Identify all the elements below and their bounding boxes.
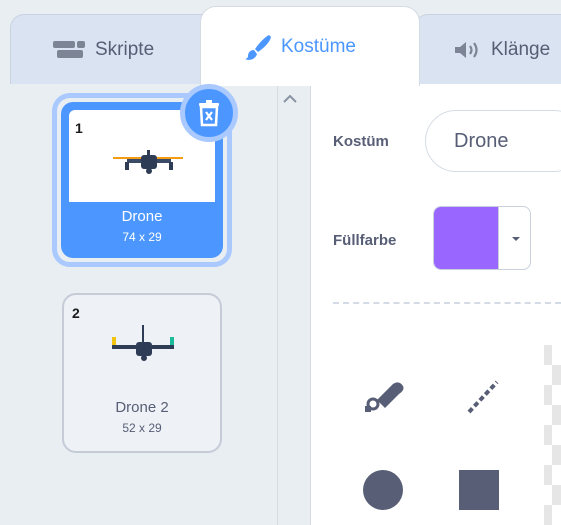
rectangle-tool-button[interactable] xyxy=(451,462,507,518)
line-tool-button[interactable] xyxy=(455,368,511,424)
paint-canvas[interactable] xyxy=(544,345,561,525)
drone-2-image xyxy=(112,325,174,361)
delete-costume-button[interactable] xyxy=(180,84,238,142)
tab-scripts[interactable]: Skripte xyxy=(10,14,220,84)
tab-sounds[interactable]: Klänge xyxy=(414,14,561,84)
costume-name: Drone 2 xyxy=(115,399,169,416)
tab-bar: Skripte Kostüme Klänge xyxy=(0,0,561,86)
rectangle-icon xyxy=(459,470,499,510)
costume-card-2[interactable]: 2 Drone 2 52 x 29 xyxy=(62,293,222,453)
costume-size: 74 x 29 xyxy=(122,230,162,244)
circle-icon xyxy=(363,470,403,510)
caret-down-icon xyxy=(498,207,530,269)
tab-sounds-label: Klänge xyxy=(491,38,551,60)
line-icon xyxy=(467,380,499,414)
costume-name-label: Kostüm xyxy=(333,133,389,150)
circle-tool-button[interactable] xyxy=(355,462,411,518)
costume-name-input[interactable]: Drone xyxy=(425,110,561,172)
trash-icon xyxy=(199,100,219,127)
fill-color-picker[interactable] xyxy=(433,206,531,270)
costume-name: Drone xyxy=(121,208,163,225)
chevron-up-icon[interactable] xyxy=(281,92,299,106)
speaker-icon xyxy=(455,41,478,58)
code-blocks-icon xyxy=(53,40,85,58)
tab-scripts-label: Skripte xyxy=(95,38,155,60)
costume-size: 52 x 29 xyxy=(122,421,162,435)
costume-name-value: Drone xyxy=(454,129,509,152)
costume-list-scrollbar[interactable] xyxy=(278,84,310,525)
reshape-tool-button[interactable] xyxy=(355,368,411,424)
tab-costumes-label: Kostüme xyxy=(281,35,356,57)
tab-costumes[interactable]: Kostüme xyxy=(200,6,420,86)
costume-editor: Skripte Kostüme Klänge 1 Drone 74 x 29 2… xyxy=(0,0,561,525)
fill-color-label: Füllfarbe xyxy=(333,232,397,249)
reshape-icon xyxy=(365,382,404,412)
fill-color-swatch xyxy=(434,207,498,269)
toolbar-divider xyxy=(333,302,561,304)
paintbrush-icon xyxy=(245,34,271,60)
